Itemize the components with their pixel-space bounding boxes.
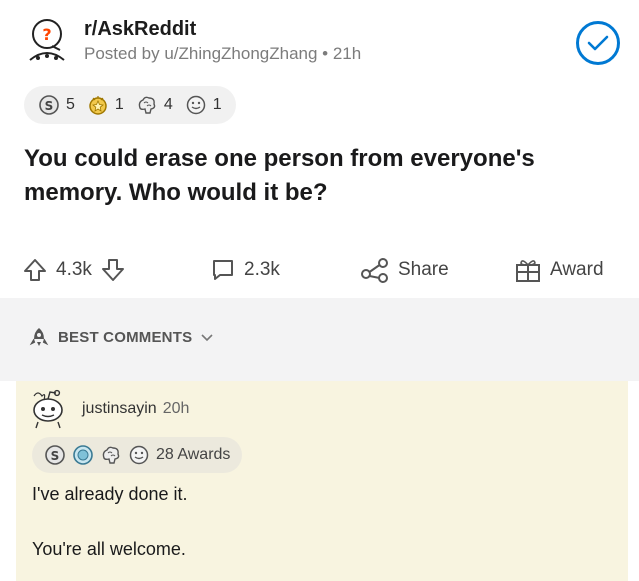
post-actions: 4.3k 2.3k Share Award — [22, 248, 622, 292]
comments-button[interactable]: 2.3k — [210, 257, 280, 283]
platinum-award-icon — [73, 445, 93, 465]
brain-award-count: 4 — [163, 96, 173, 113]
sort-dropdown[interactable]: BEST COMMENTS — [28, 326, 214, 348]
silver-award-count: 5 — [66, 96, 75, 113]
comment-awards-count: 28 Awards — [156, 446, 231, 463]
comment-time: 20h — [162, 400, 190, 417]
share-icon — [361, 258, 388, 283]
svg-text:S: S — [51, 449, 60, 463]
user-avatar-icon[interactable] — [26, 386, 70, 430]
brain-award-icon — [102, 446, 120, 464]
comment-body-line: You're all welcome. — [32, 539, 186, 559]
comment-awards[interactable]: S 28 Awards — [32, 437, 243, 473]
silver-award-icon: S — [45, 445, 65, 465]
comment-icon — [213, 260, 233, 280]
award-label: Award — [550, 259, 604, 280]
wholesome-award-icon — [186, 95, 205, 115]
svg-text:S: S — [45, 99, 54, 113]
comment-body-line: I've already done it. — [32, 484, 188, 504]
username[interactable]: justinsayin — [82, 400, 157, 417]
gold-award-icon — [89, 96, 107, 115]
post-awards[interactable]: S 5 1 4 1 — [24, 86, 236, 124]
joined-button[interactable] — [576, 21, 620, 65]
chevron-down-icon — [201, 334, 213, 342]
upvote-icon[interactable] — [22, 257, 48, 283]
vote-group: 4.3k — [22, 257, 126, 283]
comment: justinsayin 20h S 28 Awards I've already … — [16, 381, 628, 581]
post-header: ? r/AskReddit Posted by u/ZhingZhongZhan… — [22, 8, 622, 78]
svg-text:?: ? — [42, 25, 51, 44]
gift-icon — [516, 260, 540, 282]
gold-award-count: 1 — [114, 96, 124, 113]
check-icon — [587, 35, 609, 51]
wholesome-award-count: 1 — [212, 96, 222, 113]
silver-award-icon: S — [39, 95, 59, 115]
post-title[interactable]: You could erase one person from everyone… — [24, 142, 614, 210]
subreddit-name[interactable]: r/AskReddit — [84, 18, 196, 41]
vote-count: 4.3k — [56, 259, 92, 280]
sort-label: BEST COMMENTS — [58, 328, 193, 346]
award-button[interactable]: Award — [514, 257, 604, 283]
post-meta: Posted by u/ZhingZhongZhang • 21h — [84, 44, 362, 63]
downvote-icon[interactable] — [100, 257, 126, 283]
share-label: Share — [398, 259, 449, 280]
comment-author[interactable]: justinsayin 20h — [82, 400, 189, 418]
brain-award-icon — [138, 96, 156, 114]
comment-count: 2.3k — [244, 259, 280, 280]
subreddit-avatar-icon[interactable]: ? — [22, 16, 72, 66]
wholesome-award-icon — [129, 445, 149, 465]
rocket-icon — [29, 328, 49, 346]
share-button[interactable]: Share — [360, 257, 449, 283]
